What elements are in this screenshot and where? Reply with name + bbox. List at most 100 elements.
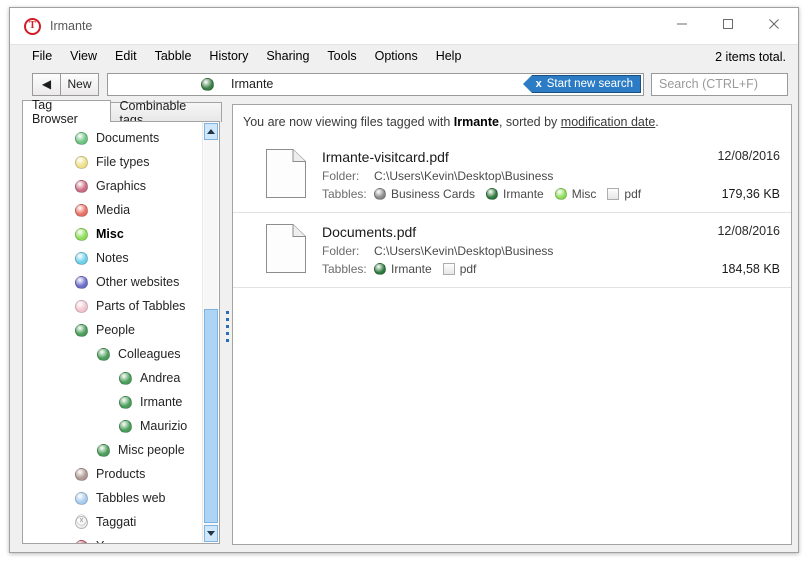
title-bar: Irmante [10, 8, 798, 44]
path-tag-label: Irmante [231, 77, 274, 91]
file-tag-label: Irmante [503, 187, 544, 201]
tag-tree-item[interactable]: Colleagues [23, 342, 202, 366]
scrollbar-track[interactable] [204, 140, 218, 525]
search-input[interactable]: Search (CTRL+F) [651, 72, 788, 96]
tag-dot-icon [554, 188, 567, 200]
filetype-square-icon [442, 263, 455, 275]
tag-tree-item[interactable]: Parts of Tabbles [23, 294, 202, 318]
file-info: Irmante-visitcard.pdf Folder: C:\Users\Kev… [322, 149, 670, 201]
tag-tree-item[interactable]: Tabbles web [23, 486, 202, 510]
tag-tree-item-label: Misc people [118, 443, 185, 457]
pane-splitter[interactable] [222, 100, 232, 552]
file-tag-chip[interactable]: Misc [554, 187, 596, 201]
tag-tree-item[interactable]: People [23, 318, 202, 342]
navigation-buttons: ◀ New [32, 72, 99, 96]
back-button[interactable]: ◀ [32, 72, 60, 96]
menu-item-tools[interactable]: Tools [327, 45, 356, 68]
menu-item-file[interactable]: File [32, 45, 52, 68]
tab-tag-browser[interactable]: Tag Browser [22, 98, 111, 126]
menu-item-edit[interactable]: Edit [115, 45, 137, 68]
folder-path[interactable]: C:\Users\Kevin\Desktop\Business [374, 169, 553, 183]
start-new-search-label: Start new search [546, 78, 633, 90]
tag-tree-item[interactable]: Irmante [23, 390, 202, 414]
tag-tree-item-label: Tabbles web [96, 491, 166, 505]
tag-browser-panel: Documents File types Graphics Media Misc Note… [22, 121, 220, 544]
tag-dot-icon [97, 347, 110, 361]
file-tag-chip[interactable]: Business Cards [374, 187, 475, 201]
tag-tree-item-label: Parts of Tabbles [96, 299, 186, 313]
tag-dot-icon [374, 263, 386, 275]
file-tag-chip[interactable]: pdf [442, 262, 477, 276]
file-folder-row: Folder: C:\Users\Kevin\Desktop\Business [322, 169, 670, 183]
main-content: Tag Browser Combinable tags Documents Fil… [10, 98, 798, 552]
file-size: 184,58 KB [721, 262, 780, 276]
splitter-grip-icon [225, 309, 229, 344]
tag-tree-item-label: File types [96, 155, 150, 169]
file-row[interactable]: Irmante-visitcard.pdf Folder: C:\Users\Kev… [233, 138, 791, 213]
tag-tree-item[interactable]: Maurizio [23, 414, 202, 438]
menu-bar: File View Edit Tabble History Sharing To… [10, 44, 798, 68]
file-name[interactable]: Irmante-visitcard.pdf [322, 149, 670, 165]
maximize-icon[interactable] [705, 9, 751, 39]
tag-dot-icon [119, 395, 132, 409]
tag-dot-icon [75, 491, 88, 505]
path-bar[interactable]: Irmante x Start new search [107, 72, 644, 96]
file-row[interactable]: Documents.pdf Folder: C:\Users\Kevin\Deskt… [233, 213, 791, 288]
window-controls [659, 9, 797, 39]
tag-tree-item-label: Documents [96, 131, 160, 145]
scroll-up-arrow-icon[interactable] [204, 123, 218, 140]
tag-tree-item[interactable]: Notes [23, 246, 202, 270]
tag-tree: Documents File types Graphics Media Misc Note… [23, 122, 202, 543]
menu-item-sharing[interactable]: Sharing [266, 45, 309, 68]
tag-tree-item[interactable]: Years [23, 534, 202, 543]
tag-dot-icon [75, 227, 88, 241]
tag-dot-icon [75, 323, 88, 337]
file-date: 12/08/2016 [717, 224, 780, 238]
file-tag-chip[interactable]: Irmante [486, 187, 544, 201]
sort-link[interactable]: modification date [561, 115, 656, 129]
file-tag-label: pdf [624, 187, 642, 201]
folder-path[interactable]: C:\Users\Kevin\Desktop\Business [374, 244, 553, 258]
menu-item-history[interactable]: History [209, 45, 248, 68]
tag-tree-item[interactable]: Andrea [23, 366, 202, 390]
tab-combinable-tags[interactable]: Combinable tags [109, 99, 222, 127]
close-icon[interactable] [751, 9, 797, 39]
menu-item-tabble[interactable]: Tabble [155, 45, 192, 68]
tag-tree-item[interactable]: Media [23, 198, 202, 222]
menu-item-help[interactable]: Help [436, 45, 462, 68]
file-size: 179,36 KB [721, 187, 780, 201]
minimize-icon[interactable] [659, 9, 705, 39]
path-tag-dot-icon [201, 77, 214, 91]
tag-tree-item[interactable]: Documents [23, 126, 202, 150]
application-window: Irmante File View Edit Tabble History Sh… [9, 7, 799, 553]
menu-item-view[interactable]: View [70, 45, 97, 68]
start-new-search-button[interactable]: x Start new search [522, 75, 641, 93]
tag-tree-scrollbar[interactable] [202, 122, 219, 543]
tag-tree-item[interactable]: Taggati [23, 510, 202, 534]
menu-item-options[interactable]: Options [375, 45, 418, 68]
filetype-square-icon [607, 188, 620, 200]
file-name[interactable]: Documents.pdf [322, 224, 670, 240]
tag-tree-item[interactable]: Products [23, 462, 202, 486]
scrollbar-thumb[interactable] [204, 309, 218, 523]
file-tag-chip[interactable]: Irmante [374, 262, 432, 276]
results-header-prefix: You are now viewing files tagged with [243, 115, 454, 129]
file-tag-chip[interactable]: pdf [607, 187, 641, 201]
results-header-tag: Irmante [453, 115, 499, 129]
tag-tree-item[interactable]: File types [23, 150, 202, 174]
tag-tree-item-label: Products [96, 467, 146, 481]
file-tag-label: pdf [459, 262, 477, 276]
new-button[interactable]: New [60, 72, 99, 96]
tag-tree-item[interactable]: Misc [23, 222, 202, 246]
tag-tree-item[interactable]: Graphics [23, 174, 202, 198]
results-header: You are now viewing files tagged with Ir… [233, 105, 791, 129]
tag-tree-item[interactable]: Misc people [23, 438, 202, 462]
tag-dot-icon [119, 371, 132, 385]
file-folder-row: Folder: C:\Users\Kevin\Desktop\Business [322, 244, 670, 258]
scroll-down-arrow-icon[interactable] [204, 525, 218, 542]
tag-tree-item-label: Taggati [96, 515, 137, 529]
tag-tree-item[interactable]: Other websites [23, 270, 202, 294]
tag-dot-icon [75, 539, 88, 543]
tag-dot-icon [75, 467, 88, 481]
file-tabbles-row: Tabbles: Business Cards Irmante Misc pdf [322, 187, 670, 201]
